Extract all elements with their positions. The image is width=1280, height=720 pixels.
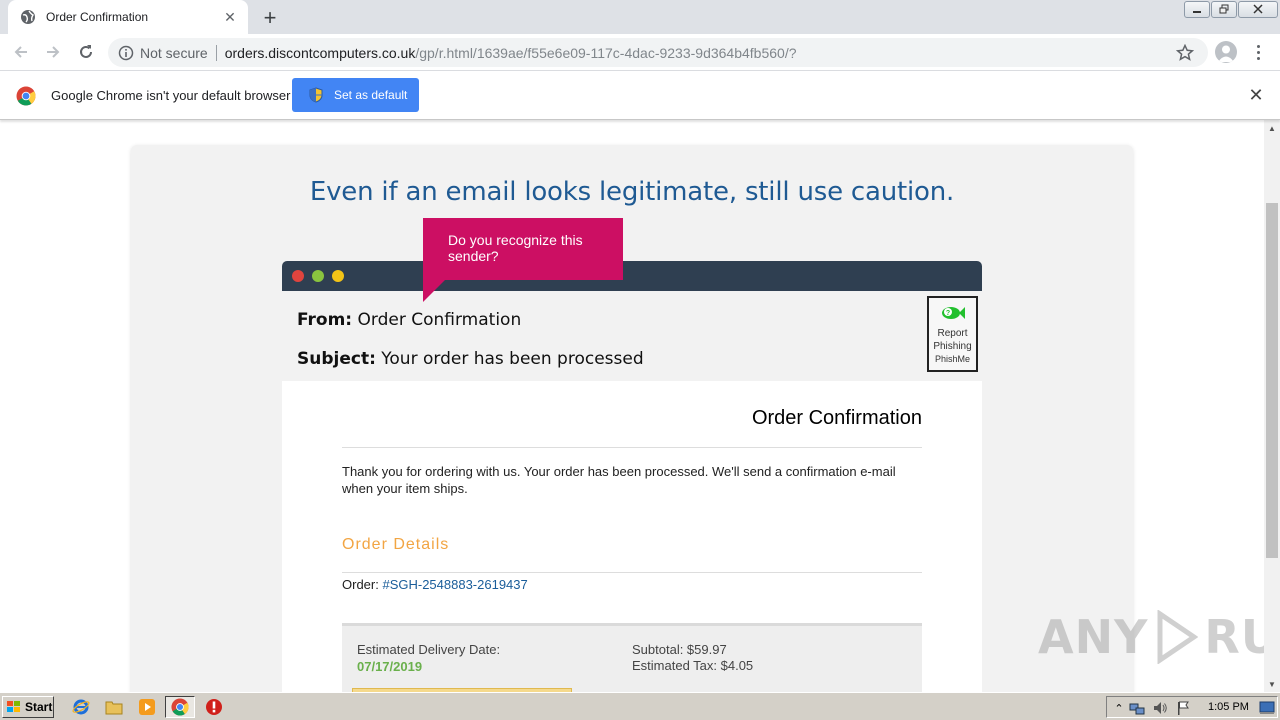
bookmark-star-icon[interactable] xyxy=(1176,44,1194,62)
email-mockup: From: Order Confirmation Subject: Your o… xyxy=(282,261,982,692)
watermark-right: RUN xyxy=(1204,610,1264,664)
callout-tail xyxy=(423,280,445,302)
forward-button[interactable] xyxy=(41,40,65,64)
delivery-label: Estimated Delivery Date: xyxy=(357,642,501,657)
callout-text: Do you recognize this sender? xyxy=(448,232,583,264)
tab-title: Order Confirmation xyxy=(46,10,149,24)
svg-text:?: ? xyxy=(945,310,949,317)
order-details-heading: Order Details xyxy=(342,536,450,553)
omnibox-divider xyxy=(215,44,217,61)
order-number-link[interactable]: #SGH-2548883-2619437 xyxy=(382,577,527,592)
chrome-taskbar-icon[interactable] xyxy=(165,696,195,718)
play-icon xyxy=(1154,610,1199,664)
infobar-message: Google Chrome isn't your default browser xyxy=(51,88,291,103)
scroll-thumb[interactable] xyxy=(1266,203,1278,558)
url-host: orders.discontcomputers.co.uk xyxy=(224,44,416,61)
divider xyxy=(342,447,922,448)
tab-order-confirmation[interactable]: Order Confirmation ✕ xyxy=(8,0,248,34)
windows-flag-icon xyxy=(6,700,22,714)
taskbar-clock[interactable]: 1:05 PM xyxy=(1208,701,1249,713)
order-label: Order: xyxy=(342,577,379,592)
chrome-logo-icon xyxy=(16,86,36,106)
window-controls xyxy=(1183,0,1278,18)
report-line1: Report xyxy=(937,328,968,339)
email-body: Order Confirmation Thank you for orderin… xyxy=(282,381,982,692)
page-viewport: Even if an email looks legitimate, still… xyxy=(0,120,1264,692)
profile-avatar-icon[interactable] xyxy=(1215,41,1237,63)
volume-icon[interactable] xyxy=(1152,700,1168,716)
delivery-date: 07/17/2019 xyxy=(357,659,423,674)
report-phishing-button[interactable]: ? Report Phishing PhishMe xyxy=(927,296,978,372)
tab-close-icon[interactable]: ✕ xyxy=(222,9,238,25)
page-scrollbar[interactable]: ▲ ▼ xyxy=(1264,120,1280,692)
watermark-left: ANY xyxy=(1038,610,1149,664)
arrow-left-icon xyxy=(14,46,27,58)
address-bar[interactable]: Not secure orders.discontcomputers.co.uk… xyxy=(108,38,1208,67)
tab-strip: Order Confirmation ✕ + xyxy=(0,0,1280,34)
order-line: Order: #SGH-2548883-2619437 xyxy=(342,577,528,592)
back-button[interactable] xyxy=(9,40,33,64)
scroll-up-icon[interactable]: ▲ xyxy=(1264,120,1280,136)
order-summary-box: Estimated Delivery Date: 07/17/2019 Subt… xyxy=(342,623,922,692)
media-player-icon[interactable] xyxy=(137,697,157,717)
url-path: /gp/r.html/1639ae/f55e6e09-117c-4dac-923… xyxy=(415,44,797,61)
system-tray: ⌃ 1:05 PM xyxy=(1106,696,1278,718)
sender-callout: Do you recognize this sender? xyxy=(423,218,623,302)
start-label: Start xyxy=(25,700,53,714)
security-label[interactable]: Not secure xyxy=(140,45,208,61)
uac-shield-icon xyxy=(308,87,324,103)
browser-toolbar: Not secure orders.discontcomputers.co.uk… xyxy=(0,34,1280,71)
globe-icon xyxy=(20,9,36,25)
start-button[interactable]: Start xyxy=(2,696,54,718)
email-header: From: Order Confirmation Subject: Your o… xyxy=(282,291,982,381)
new-tab-button[interactable]: + xyxy=(258,5,282,30)
close-window-button[interactable] xyxy=(1238,0,1278,18)
phish-fish-icon: ? xyxy=(940,302,966,324)
mail-thanks-text: Thank you for ordering with us. Your ord… xyxy=(342,464,896,496)
browser-menu-icon[interactable] xyxy=(1250,42,1266,62)
infobar-close-icon[interactable]: ✕ xyxy=(1248,85,1264,105)
info-icon[interactable] xyxy=(118,45,134,61)
reload-icon xyxy=(80,45,92,58)
internet-explorer-icon[interactable] xyxy=(71,697,91,717)
email-from-line: From: Order Confirmation xyxy=(297,310,521,330)
report-brand: PhishMe xyxy=(934,354,970,364)
minimize-button[interactable] xyxy=(1184,0,1210,18)
network-icon[interactable] xyxy=(1129,700,1145,716)
default-browser-infobar: Google Chrome isn't your default browser… xyxy=(0,71,1280,120)
report-line2: Phishing xyxy=(933,341,972,352)
scroll-down-icon[interactable]: ▼ xyxy=(1264,676,1280,692)
anyrun-watermark: ANY RUN xyxy=(1038,610,1264,664)
mail-title: Order Confirmation xyxy=(751,407,922,429)
restore-button[interactable] xyxy=(1211,0,1237,18)
subject-value: Your order has been processed xyxy=(381,349,644,369)
file-explorer-icon[interactable] xyxy=(104,697,124,717)
minimize-dot-icon xyxy=(332,270,344,282)
divider xyxy=(342,572,922,573)
estimated-tax: Estimated Tax: $4.05 xyxy=(632,658,754,673)
action-center-flag-icon[interactable] xyxy=(1175,700,1191,716)
arrow-right-icon xyxy=(47,46,60,58)
close-dot-icon xyxy=(292,270,304,282)
set-as-default-label: Set as default xyxy=(334,88,408,102)
email-subject-line: Subject: Your order has been processed xyxy=(297,349,644,369)
subtotal: Subtotal: $59.97 xyxy=(632,642,727,657)
from-label: From: xyxy=(297,310,353,330)
set-as-default-button[interactable]: Set as default xyxy=(292,78,419,112)
show-desktop-icon[interactable] xyxy=(1259,700,1275,716)
stop-sign-icon[interactable] xyxy=(204,697,224,717)
maximize-dot-icon xyxy=(312,270,324,282)
subject-label: Subject: xyxy=(297,349,376,369)
totals: Subtotal: $59.97 Estimated Tax: $4.05 xyxy=(632,642,753,674)
mockup-titlebar xyxy=(282,261,982,291)
from-value: Order Confirmation xyxy=(357,310,522,330)
page-headline: Even if an email looks legitimate, still… xyxy=(309,177,955,207)
reload-button[interactable] xyxy=(74,40,98,64)
windows-taskbar: Start ⌃ 1:05 PM xyxy=(0,692,1280,720)
show-hidden-icons-icon[interactable]: ⌃ xyxy=(1111,700,1127,716)
